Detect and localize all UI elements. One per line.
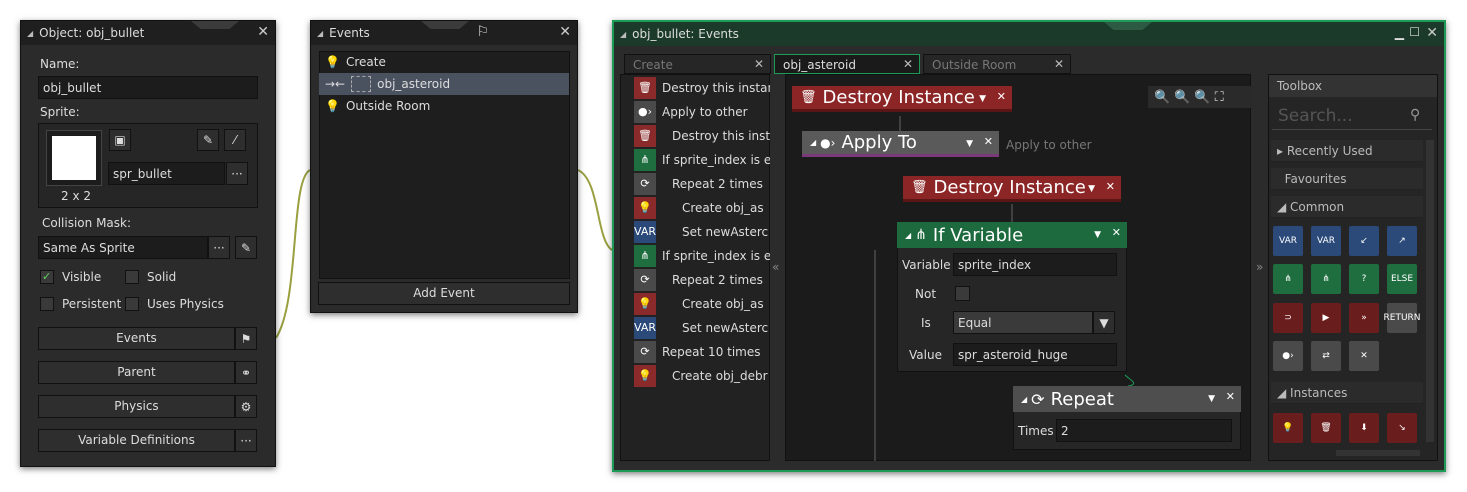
toolbox-title: Toolbox bbox=[1269, 75, 1437, 97]
close-icon[interactable]: ✕ bbox=[984, 135, 993, 148]
close-icon[interactable]: ✕ bbox=[1112, 226, 1121, 239]
close-icon[interactable]: ✕ bbox=[997, 90, 1006, 103]
section-recently-used[interactable]: ▸ Recently Used bbox=[1271, 140, 1423, 162]
value-label: Value bbox=[909, 348, 942, 362]
destroy-icon: 🗑 bbox=[911, 180, 928, 195]
repeat-block[interactable]: ◢ ⟳ Repeat ▼ ✕ bbox=[1013, 386, 1241, 412]
jump-to-point-tool-icon[interactable]: ↘ bbox=[1387, 413, 1417, 443]
repeat-icon: ⟳ bbox=[1031, 389, 1045, 409]
global-variable-tool-icon[interactable]: VAR bbox=[1311, 226, 1341, 256]
section-favourites[interactable]: Favourites bbox=[1271, 168, 1423, 190]
block-connectors bbox=[874, 116, 1135, 461]
toolbox-search-input[interactable]: Search... bbox=[1272, 102, 1432, 130]
is-select[interactable]: Equal bbox=[953, 311, 1093, 334]
variable-label: Variable bbox=[902, 258, 951, 272]
not-label: Not bbox=[915, 287, 937, 301]
run-script-tool-icon[interactable]: ▶ bbox=[1311, 303, 1341, 333]
destroy-instance-tool-icon[interactable]: 🗑 bbox=[1311, 413, 1341, 443]
break-tool-icon[interactable]: ✕ bbox=[1349, 341, 1379, 371]
destroy-instance-block[interactable]: 🗑 Destroy Instance ▼ ✕ bbox=[792, 86, 1012, 112]
apply-to-icon: ●› bbox=[820, 135, 836, 150]
chevron-down-icon[interactable]: ▼ bbox=[979, 94, 986, 104]
exit-event-tool-icon[interactable]: » bbox=[1349, 303, 1379, 333]
swap-tool-icon[interactable]: ⇄ bbox=[1311, 341, 1341, 371]
change-instance-tool-icon[interactable]: ⬇ bbox=[1349, 413, 1379, 443]
close-icon[interactable]: ✕ bbox=[1226, 390, 1235, 403]
get-global-tool-icon[interactable]: ↙ bbox=[1349, 226, 1379, 256]
declare-temp-tool-icon[interactable]: ↗ bbox=[1387, 226, 1417, 256]
create-instance-tool-icon[interactable]: 💡 bbox=[1273, 413, 1303, 443]
chevron-down-icon[interactable]: ▼ bbox=[1093, 311, 1115, 334]
not-checkbox[interactable] bbox=[955, 286, 970, 301]
apply-to-block[interactable]: ◢ ●› Apply To ▼ ✕ bbox=[802, 131, 999, 157]
chevron-down-icon[interactable]: ▼ bbox=[1088, 184, 1095, 194]
value-input[interactable]: spr_asteroid_huge bbox=[953, 343, 1117, 366]
close-icon[interactable]: ✕ bbox=[1106, 180, 1115, 193]
if-undefined-tool-icon[interactable]: ? bbox=[1349, 264, 1379, 294]
if-expression-tool-icon[interactable]: ⋔ bbox=[1311, 264, 1341, 294]
section-instances[interactable]: ◢ Instances bbox=[1271, 382, 1423, 404]
function-call-tool-icon[interactable]: ⊃ bbox=[1273, 303, 1303, 333]
chevron-down-icon[interactable]: ▼ bbox=[1094, 230, 1101, 240]
if-variable-icon: ⋔ bbox=[915, 227, 927, 243]
section-common[interactable]: ◢ Common bbox=[1271, 196, 1423, 218]
toolbox-zoom-slider[interactable] bbox=[1336, 450, 1420, 456]
if-variable-block[interactable]: ◢ ⋔ If Variable ▼ ✕ bbox=[897, 222, 1127, 248]
apply-to-tool-icon[interactable]: ●› bbox=[1273, 341, 1303, 371]
set-variable-tool-icon[interactable]: VAR bbox=[1273, 226, 1303, 256]
times-input[interactable]: 2 bbox=[1056, 419, 1232, 442]
if-variable-tool-icon[interactable]: ⋔ bbox=[1273, 264, 1303, 294]
else-tool-icon[interactable]: ELSE bbox=[1387, 264, 1417, 294]
destroy-instance-block[interactable]: 🗑 Destroy Instance ▼ ✕ bbox=[903, 176, 1121, 202]
return-tool-icon[interactable]: RETURN bbox=[1384, 303, 1421, 333]
toolbox-scrollbar[interactable] bbox=[1426, 140, 1434, 442]
times-label: Times bbox=[1018, 424, 1054, 438]
is-label: Is bbox=[921, 316, 931, 330]
chevron-down-icon[interactable]: ▼ bbox=[1208, 394, 1215, 404]
destroy-icon: 🗑 bbox=[800, 90, 817, 105]
search-icon[interactable]: ⚲ bbox=[1410, 107, 1420, 123]
chevron-down-icon[interactable]: ▼ bbox=[966, 139, 973, 149]
variable-input[interactable]: sprite_index bbox=[953, 253, 1117, 276]
apply-to-hint: Apply to other bbox=[1006, 138, 1092, 152]
